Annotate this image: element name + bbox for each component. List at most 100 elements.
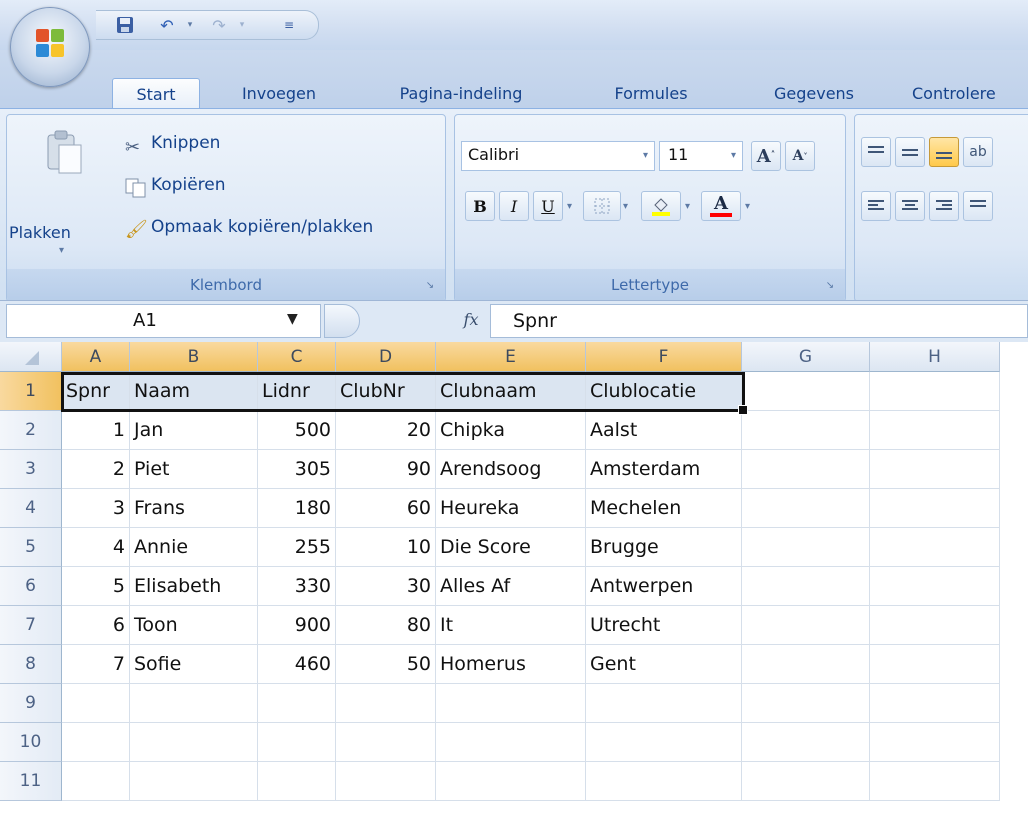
cell-f11[interactable] [586,762,742,801]
cell-c3[interactable]: 305 [258,450,336,489]
paste-button[interactable]: Plakken [9,223,71,242]
row-header-11[interactable]: 11 [0,762,62,801]
orientation-icon[interactable]: ab [963,137,993,167]
tab-start[interactable]: Start [112,78,200,109]
cell-c5[interactable]: 255 [258,528,336,567]
cell-f3[interactable]: Amsterdam [586,450,742,489]
row-header-2[interactable]: 2 [0,411,62,450]
fill-color-dropdown-icon[interactable]: ▾ [685,201,690,212]
tab-invoegen[interactable]: Invoegen [224,78,334,108]
cell-b8[interactable]: Sofie [130,645,258,684]
italic-button[interactable]: I [499,191,529,221]
cell-d3[interactable]: 90 [336,450,436,489]
cell-d11[interactable] [336,762,436,801]
bold-button[interactable]: B [465,191,495,221]
cell-c1[interactable]: Lidnr [258,372,336,411]
cell-a3[interactable]: 2 [62,450,130,489]
cell-a5[interactable]: 4 [62,528,130,567]
align-top-icon[interactable] [861,137,891,167]
office-button[interactable] [10,7,90,87]
cell-d8[interactable]: 50 [336,645,436,684]
cell-c4[interactable]: 180 [258,489,336,528]
customize-qat-icon[interactable]: ≡ [282,15,296,35]
cell-a8[interactable]: 7 [62,645,130,684]
cell-g3[interactable] [742,450,870,489]
cell-g4[interactable] [742,489,870,528]
column-header-d[interactable]: D [336,342,436,372]
cell-g8[interactable] [742,645,870,684]
row-header-8[interactable]: 8 [0,645,62,684]
align-middle-icon[interactable] [895,137,925,167]
align-right-icon[interactable] [929,191,959,221]
cell-b1[interactable]: Naam [130,372,258,411]
cell-b7[interactable]: Toon [130,606,258,645]
cell-h2[interactable] [870,411,1000,450]
font-launcher-icon[interactable]: ↘ [823,279,837,293]
cell-g10[interactable] [742,723,870,762]
cell-h5[interactable] [870,528,1000,567]
cell-d4[interactable]: 60 [336,489,436,528]
font-size-dropdown-icon[interactable]: ▾ [731,150,736,161]
cell-h1[interactable] [870,372,1000,411]
column-header-e[interactable]: E [436,342,586,372]
cell-d10[interactable] [336,723,436,762]
cell-b3[interactable]: Piet [130,450,258,489]
cell-g6[interactable] [742,567,870,606]
cell-g7[interactable] [742,606,870,645]
tab-gegevens[interactable]: Gegevens [752,78,876,108]
formula-bar-expand-icon[interactable] [324,304,360,338]
clipboard-launcher-icon[interactable]: ↘ [423,279,437,293]
column-header-a[interactable]: A [62,342,130,372]
cell-g5[interactable] [742,528,870,567]
align-bottom-icon[interactable] [929,137,959,167]
cell-e11[interactable] [436,762,586,801]
cell-c6[interactable]: 330 [258,567,336,606]
row-header-1[interactable]: 1 [0,372,62,411]
cell-b9[interactable] [130,684,258,723]
cell-h9[interactable] [870,684,1000,723]
redo-icon[interactable]: ↷ [208,15,230,35]
cell-f9[interactable] [586,684,742,723]
grow-font-icon[interactable]: A ˄ [751,141,781,171]
cell-f4[interactable]: Mechelen [586,489,742,528]
cell-c9[interactable] [258,684,336,723]
cell-d7[interactable]: 80 [336,606,436,645]
cell-h6[interactable] [870,567,1000,606]
cell-h7[interactable] [870,606,1000,645]
tab-pagina-indeling[interactable]: Pagina-indeling [366,78,556,108]
cell-e5[interactable]: Die Score [436,528,586,567]
cell-c7[interactable]: 900 [258,606,336,645]
column-header-f[interactable]: F [586,342,742,372]
font-name-dropdown-icon[interactable]: ▾ [643,150,648,161]
column-header-g[interactable]: G [742,342,870,372]
column-header-b[interactable]: B [130,342,258,372]
cell-a10[interactable] [62,723,130,762]
font-color-icon[interactable]: A [701,191,741,221]
fill-handle[interactable] [738,405,748,415]
tab-controleren[interactable]: Controlere [912,78,1028,108]
decrease-indent-icon[interactable] [963,191,993,221]
borders-dropdown-icon[interactable]: ▾ [623,201,628,212]
cell-h4[interactable] [870,489,1000,528]
save-icon[interactable] [114,15,136,35]
cell-h10[interactable] [870,723,1000,762]
cell-b11[interactable] [130,762,258,801]
row-header-10[interactable]: 10 [0,723,62,762]
name-box-dropdown-icon[interactable]: ▼ [287,311,298,327]
cell-a9[interactable] [62,684,130,723]
cell-a1[interactable]: Spnr [62,372,130,411]
undo-icon[interactable]: ↶ [156,15,178,35]
cell-e8[interactable]: Homerus [436,645,586,684]
borders-icon[interactable] [583,191,621,221]
cell-d1[interactable]: ClubNr [336,372,436,411]
cell-f2[interactable]: Aalst [586,411,742,450]
cell-h11[interactable] [870,762,1000,801]
cell-g2[interactable] [742,411,870,450]
cell-f8[interactable]: Gent [586,645,742,684]
row-header-5[interactable]: 5 [0,528,62,567]
cell-h8[interactable] [870,645,1000,684]
cell-e6[interactable]: Alles Af [436,567,586,606]
copy-button[interactable]: Kopiëren [151,175,226,195]
row-header-4[interactable]: 4 [0,489,62,528]
row-header-6[interactable]: 6 [0,567,62,606]
